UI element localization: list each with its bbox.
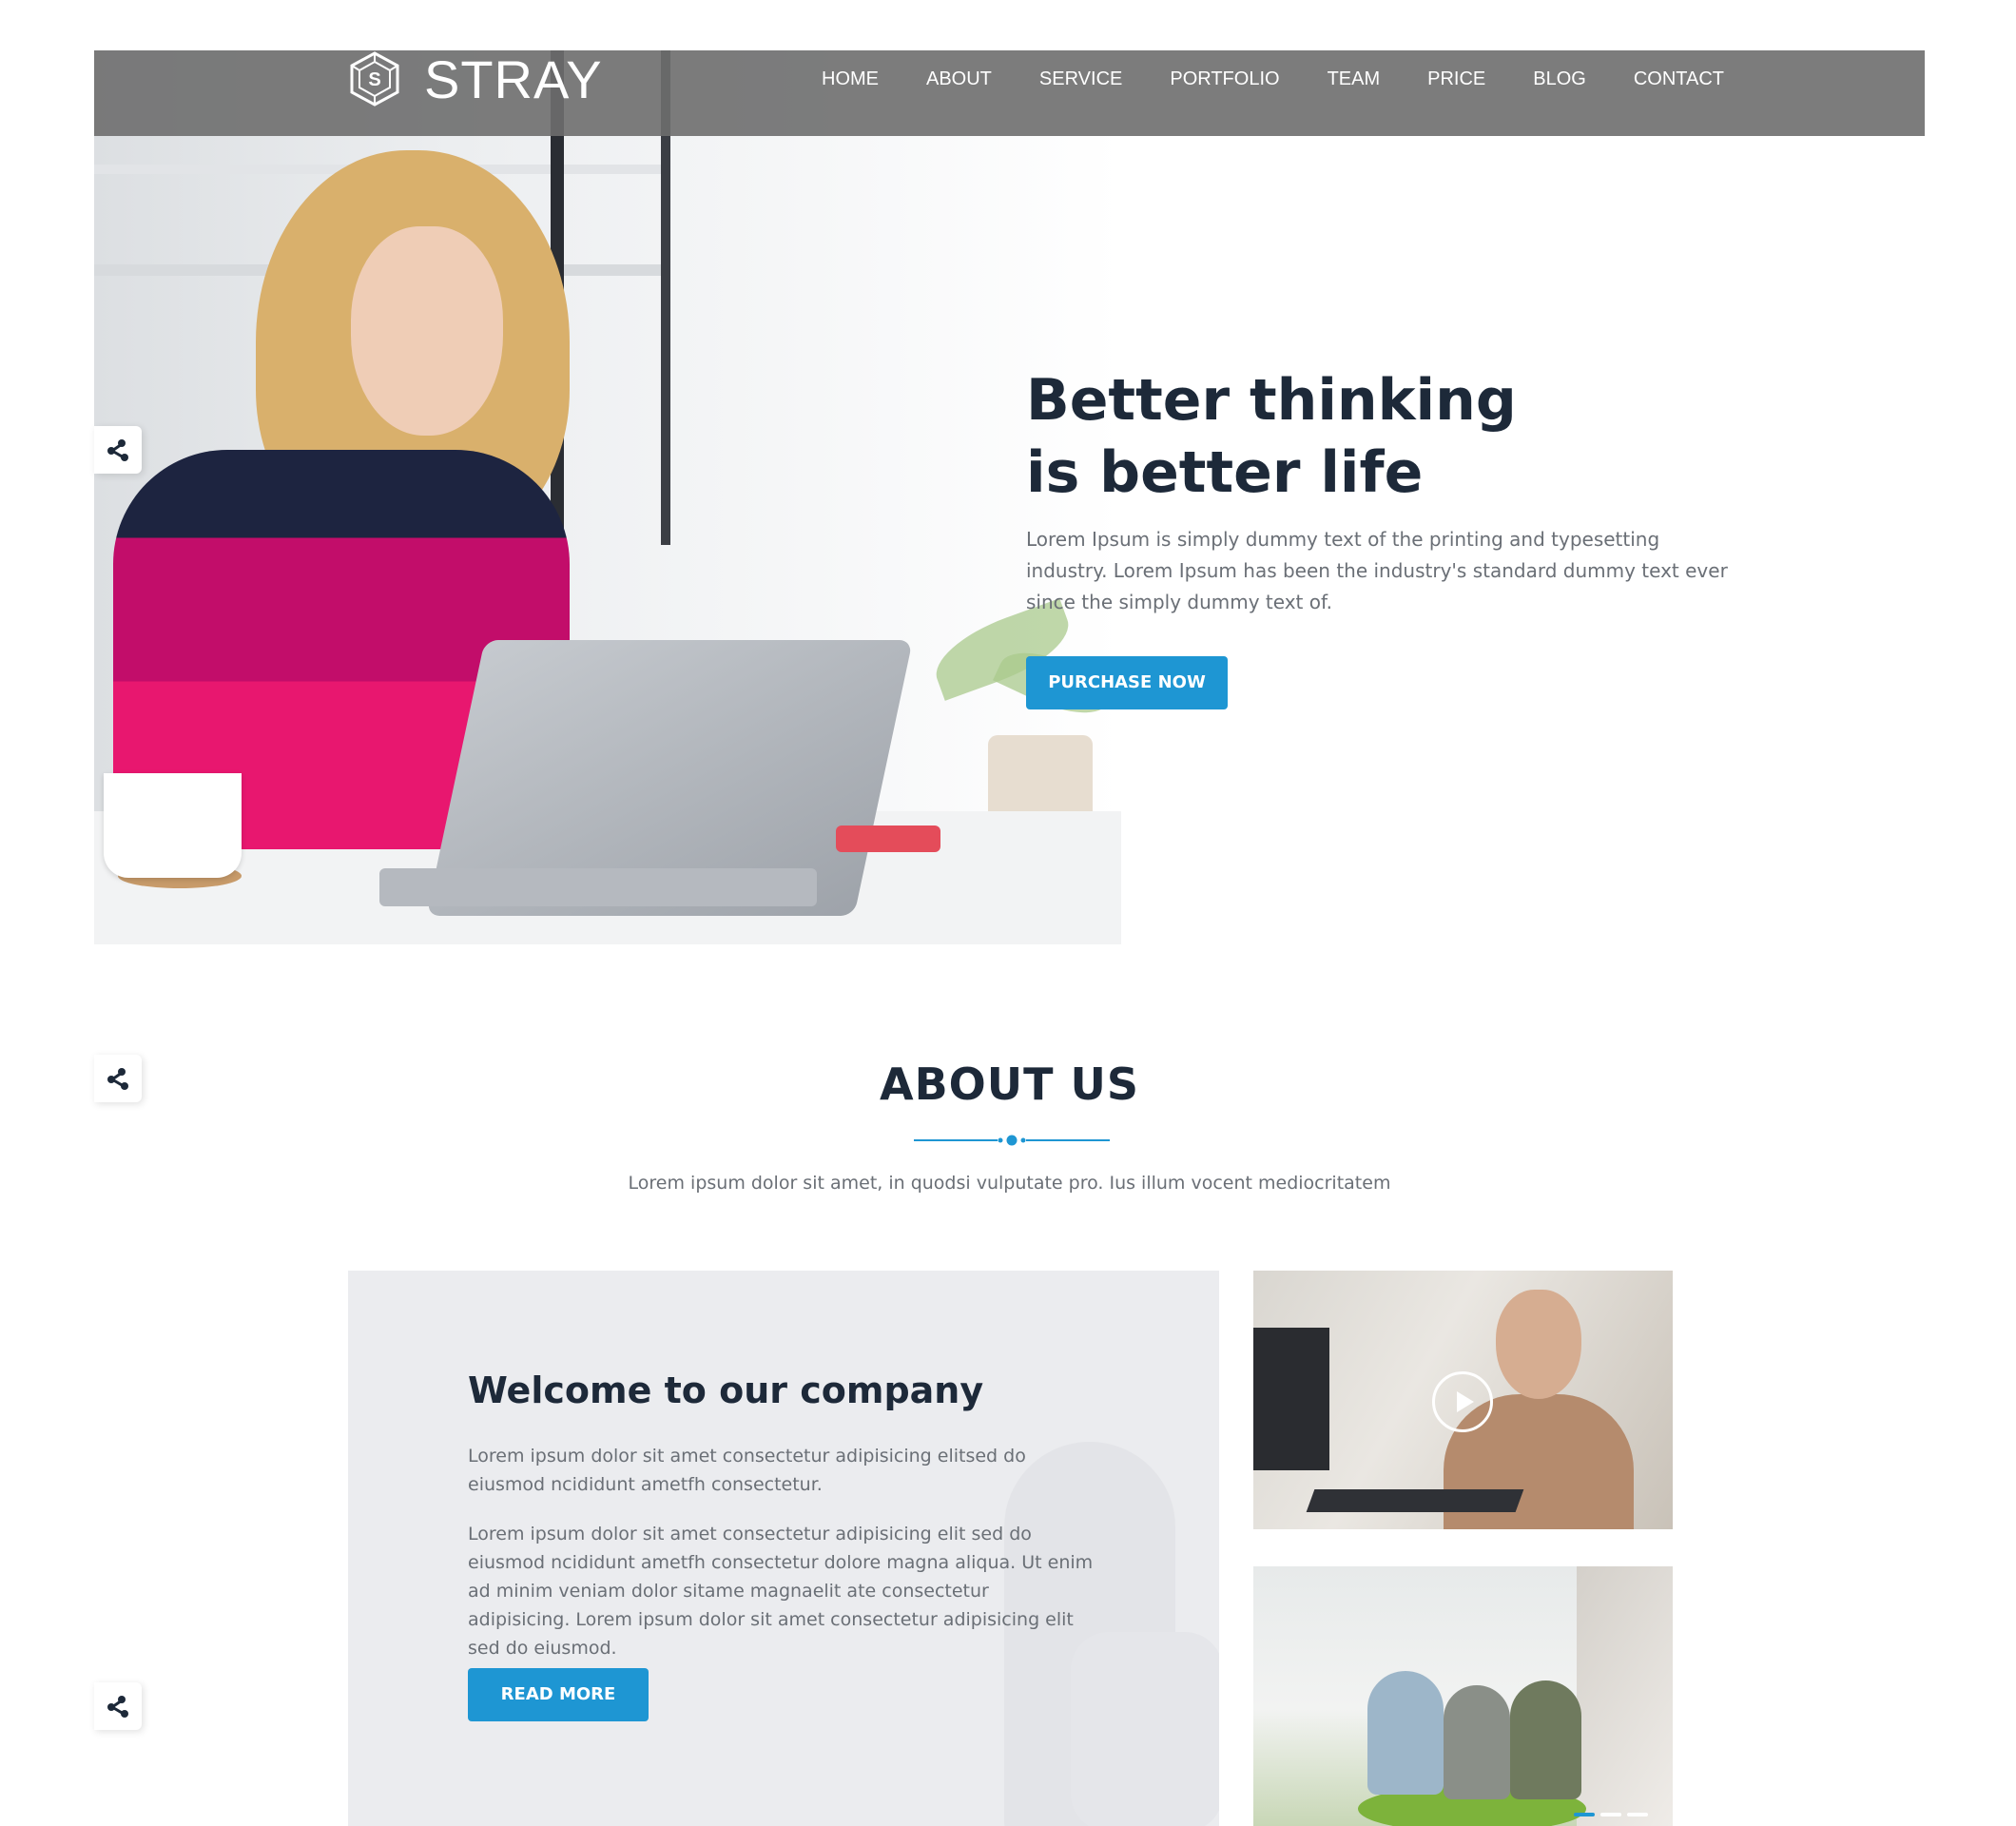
nav-about[interactable]: ABOUT: [926, 68, 992, 90]
share-button[interactable]: [94, 1682, 142, 1730]
svg-text:S: S: [368, 69, 380, 90]
hero-description: Lorem Ipsum is simply dummy text of the …: [1026, 528, 1728, 613]
slider-dot[interactable]: [1600, 1813, 1621, 1816]
welcome-card: Welcome to our company Lorem ipsum dolor…: [348, 1271, 1219, 1826]
hero-image-woman-laptop: [94, 50, 1121, 944]
page: S STRAY HOME ABOUT SERVICE PORTFOLIO TEA…: [94, 50, 1925, 1826]
main-nav: HOME ABOUT SERVICE PORTFOLIO TEAM PRICE …: [798, 50, 1748, 107]
hero-section: S STRAY HOME ABOUT SERVICE PORTFOLIO TEA…: [94, 50, 1925, 944]
read-more-button[interactable]: READ MORE: [468, 1668, 649, 1721]
share-icon: [107, 1696, 128, 1718]
nav-price[interactable]: PRICE: [1427, 68, 1485, 90]
nav-service[interactable]: SERVICE: [1039, 68, 1122, 90]
about-subtitle: Lorem ipsum dolor sit amet, in quodsi vu…: [628, 1173, 1391, 1194]
play-icon[interactable]: [1432, 1371, 1493, 1432]
slider-pagination: [1574, 1813, 1648, 1816]
about-title: ABOUT US: [880, 1059, 1139, 1110]
team-photo-slider: [1253, 1566, 1673, 1826]
welcome-title: Welcome to our company: [468, 1370, 984, 1411]
navbar: S STRAY HOME ABOUT SERVICE PORTFOLIO TEA…: [94, 50, 1925, 136]
purchase-now-button[interactable]: PURCHASE NOW: [1026, 656, 1228, 709]
share-button[interactable]: [94, 426, 142, 474]
nav-blog[interactable]: BLOG: [1533, 68, 1586, 90]
brand-logo[interactable]: S STRAY: [346, 50, 603, 109]
hexagon-s-logo-icon: S: [350, 51, 399, 107]
hero-title: Better thinking is better life: [1026, 367, 1517, 506]
office-video-thumbnail[interactable]: [1253, 1271, 1673, 1529]
hero-content: Better thinking is better life Lorem Ips…: [1026, 364, 1749, 709]
slider-dot[interactable]: [1574, 1813, 1595, 1816]
nav-team[interactable]: TEAM: [1328, 68, 1381, 90]
nav-contact[interactable]: CONTACT: [1634, 68, 1724, 90]
nav-portfolio[interactable]: PORTFOLIO: [1170, 68, 1279, 90]
welcome-paragraph: Lorem ipsum dolor sit amet consectetur a…: [468, 1524, 1094, 1659]
brand-name: STRAY: [424, 50, 603, 109]
nav-home[interactable]: HOME: [822, 68, 879, 90]
welcome-paragraph: Lorem ipsum dolor sit amet consectetur a…: [468, 1446, 1026, 1495]
share-icon: [107, 439, 128, 461]
title-divider: [914, 1135, 1110, 1146]
slider-dot[interactable]: [1627, 1813, 1648, 1816]
